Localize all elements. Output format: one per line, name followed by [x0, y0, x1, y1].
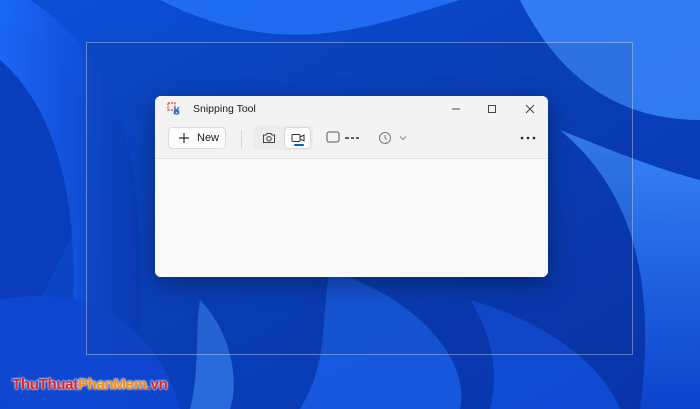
rectangle-snip-icon [326, 131, 359, 143]
more-options-icon [520, 136, 536, 140]
video-camera-icon [291, 134, 304, 142]
toolbar-divider [241, 130, 242, 148]
delay-button[interactable] [373, 127, 413, 149]
snip-shape-button[interactable] [323, 127, 361, 149]
more-options-button[interactable] [515, 128, 541, 148]
snipping-tool-app-icon [167, 102, 180, 115]
toolbar: New [155, 122, 548, 159]
watermark-part2: PhanMem [77, 376, 147, 393]
plus-icon [179, 133, 189, 143]
watermark-part3: .vn [146, 376, 168, 393]
new-button-label: New [197, 132, 220, 144]
new-button[interactable]: New [168, 127, 226, 149]
title-bar[interactable]: Snipping Tool [155, 96, 548, 122]
close-icon [525, 104, 535, 114]
camera-icon [262, 133, 275, 143]
minimize-button[interactable] [438, 96, 474, 122]
maximize-icon [488, 105, 496, 113]
selected-mode-indicator [294, 144, 304, 146]
minimize-icon [452, 108, 460, 110]
clock-icon [379, 132, 407, 144]
snipping-tool-window: Snipping Tool New [155, 96, 548, 277]
close-button[interactable] [512, 96, 548, 122]
site-watermark: ThuThuatPhanMem.vn [12, 376, 168, 393]
watermark-part1: ThuThuat [12, 376, 78, 393]
maximize-button[interactable] [474, 96, 510, 122]
screenshot-mode-button[interactable] [255, 127, 282, 149]
capture-canvas-area [155, 159, 548, 277]
record-mode-button[interactable] [284, 127, 311, 149]
window-title: Snipping Tool [193, 103, 256, 115]
capture-mode-toggle [253, 126, 313, 150]
